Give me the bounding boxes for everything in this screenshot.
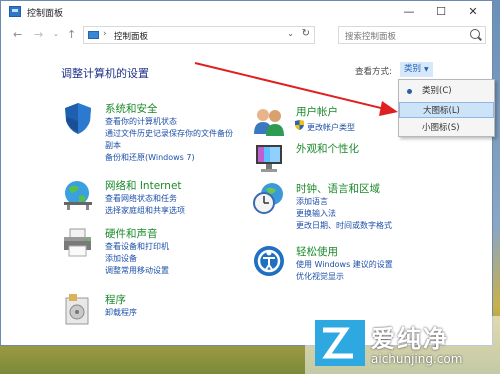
watermark: 爱纯净 aichunjing.com: [305, 316, 500, 374]
category-link[interactable]: 选择家庭组和共享选项: [105, 205, 185, 216]
category-link[interactable]: 添加设备: [105, 253, 137, 264]
selected-bullet-icon: [407, 89, 412, 94]
title-bar: 控制面板 — ☐ ✕: [1, 1, 492, 23]
category-title[interactable]: 时钟、语言和区域: [296, 181, 380, 196]
forward-arrow-icon[interactable]: →: [34, 28, 43, 41]
menu-item-label: 大图标(L): [423, 106, 460, 116]
breadcrumb-control-panel[interactable]: 控制面板: [114, 30, 148, 42]
watermark-logo-icon: [315, 320, 365, 366]
search-icon[interactable]: [470, 29, 480, 39]
menu-item-large-icons[interactable]: 大图标(L): [399, 102, 494, 118]
navigation-bar: ← → ⌄ ↑ › 控制面板 ⌄ ↻ 搜索控制面板: [1, 23, 492, 47]
view-by-value: 类别: [404, 64, 422, 74]
category-link[interactable]: 备份和还原(Windows 7): [105, 152, 195, 163]
category-link[interactable]: 更改帐户类型: [307, 122, 355, 133]
menu-item-category[interactable]: 类别(C): [399, 83, 494, 99]
address-bar[interactable]: › 控制面板 ⌄ ↻: [83, 26, 315, 44]
clock-globe-icon[interactable]: [252, 181, 286, 215]
view-by-dropdown[interactable]: 类别 ▼: [400, 62, 433, 77]
uac-shield-icon: [295, 120, 304, 130]
category-title[interactable]: 外观和个性化: [296, 141, 359, 156]
category-link[interactable]: 查看你的计算机状态: [105, 116, 177, 127]
category-title[interactable]: 硬件和声音: [105, 226, 158, 241]
view-by-label: 查看方式:: [355, 67, 392, 77]
menu-item-small-icons[interactable]: 小图标(S): [399, 120, 494, 136]
control-panel-small-icon: [88, 31, 99, 39]
up-arrow-icon[interactable]: ↑: [67, 28, 76, 41]
category-title[interactable]: 用户帐户: [296, 104, 338, 119]
category-link[interactable]: 调整常用移动设置: [105, 265, 169, 276]
control-panel-icon: [9, 6, 21, 17]
category-link[interactable]: 卸载程序: [105, 307, 137, 318]
ease-of-access-icon[interactable]: [252, 244, 286, 278]
recent-locations-chevron-icon[interactable]: ⌄: [53, 30, 59, 38]
globe-network-icon[interactable]: [61, 178, 95, 212]
back-arrow-icon[interactable]: ←: [13, 28, 22, 41]
breadcrumb-separator-icon[interactable]: ›: [103, 29, 107, 39]
category-link[interactable]: 副本: [105, 140, 121, 151]
window-title: 控制面板: [27, 9, 64, 19]
close-button[interactable]: ✕: [462, 4, 484, 20]
category-link[interactable]: 通过文件历史记录保存你的文件备份: [105, 128, 233, 139]
category-link[interactable]: 添加语言: [296, 196, 328, 207]
shield-icon[interactable]: [61, 101, 95, 135]
refresh-icon[interactable]: ↻: [302, 28, 310, 39]
category-link[interactable]: 查看设备和打印机: [105, 241, 169, 252]
category-link[interactable]: 更改日期、时间或数字格式: [296, 220, 392, 231]
category-title[interactable]: 轻松使用: [296, 244, 338, 259]
page-title: 调整计算机的设置: [61, 67, 149, 80]
chevron-down-icon: ▼: [424, 66, 429, 73]
control-panel-window: 控制面板 — ☐ ✕ ← → ⌄ ↑ › 控制面板 ⌄ ↻ 搜索控制面板 调整计…: [0, 0, 495, 346]
monitor-icon[interactable]: [252, 141, 286, 175]
category-title[interactable]: 网络和 Internet: [105, 178, 182, 193]
printer-icon[interactable]: [61, 226, 95, 260]
users-icon[interactable]: [252, 104, 286, 138]
category-link[interactable]: 使用 Windows 建议的设置: [296, 259, 393, 270]
maximize-button[interactable]: ☐: [430, 4, 452, 20]
category-link[interactable]: 优化视觉显示: [296, 271, 344, 282]
watermark-url: aichunjing.com: [371, 352, 463, 366]
search-input[interactable]: 搜索控制面板: [338, 26, 486, 44]
menu-item-label: 小图标(S): [422, 123, 460, 133]
search-placeholder: 搜索控制面板: [345, 32, 397, 42]
category-link[interactable]: 更换输入法: [296, 208, 336, 219]
watermark-title: 爱纯净: [371, 325, 449, 353]
category-link[interactable]: 查看网络状态和任务: [105, 193, 177, 204]
minimize-button[interactable]: —: [398, 4, 420, 20]
programs-icon[interactable]: [61, 292, 95, 326]
view-by-menu: 类别(C) 大图标(L) 小图标(S): [398, 79, 495, 137]
address-dropdown-icon[interactable]: ⌄: [287, 29, 294, 38]
menu-item-label: 类别(C): [422, 86, 452, 96]
category-title[interactable]: 程序: [105, 292, 126, 307]
category-title[interactable]: 系统和安全: [105, 101, 158, 116]
